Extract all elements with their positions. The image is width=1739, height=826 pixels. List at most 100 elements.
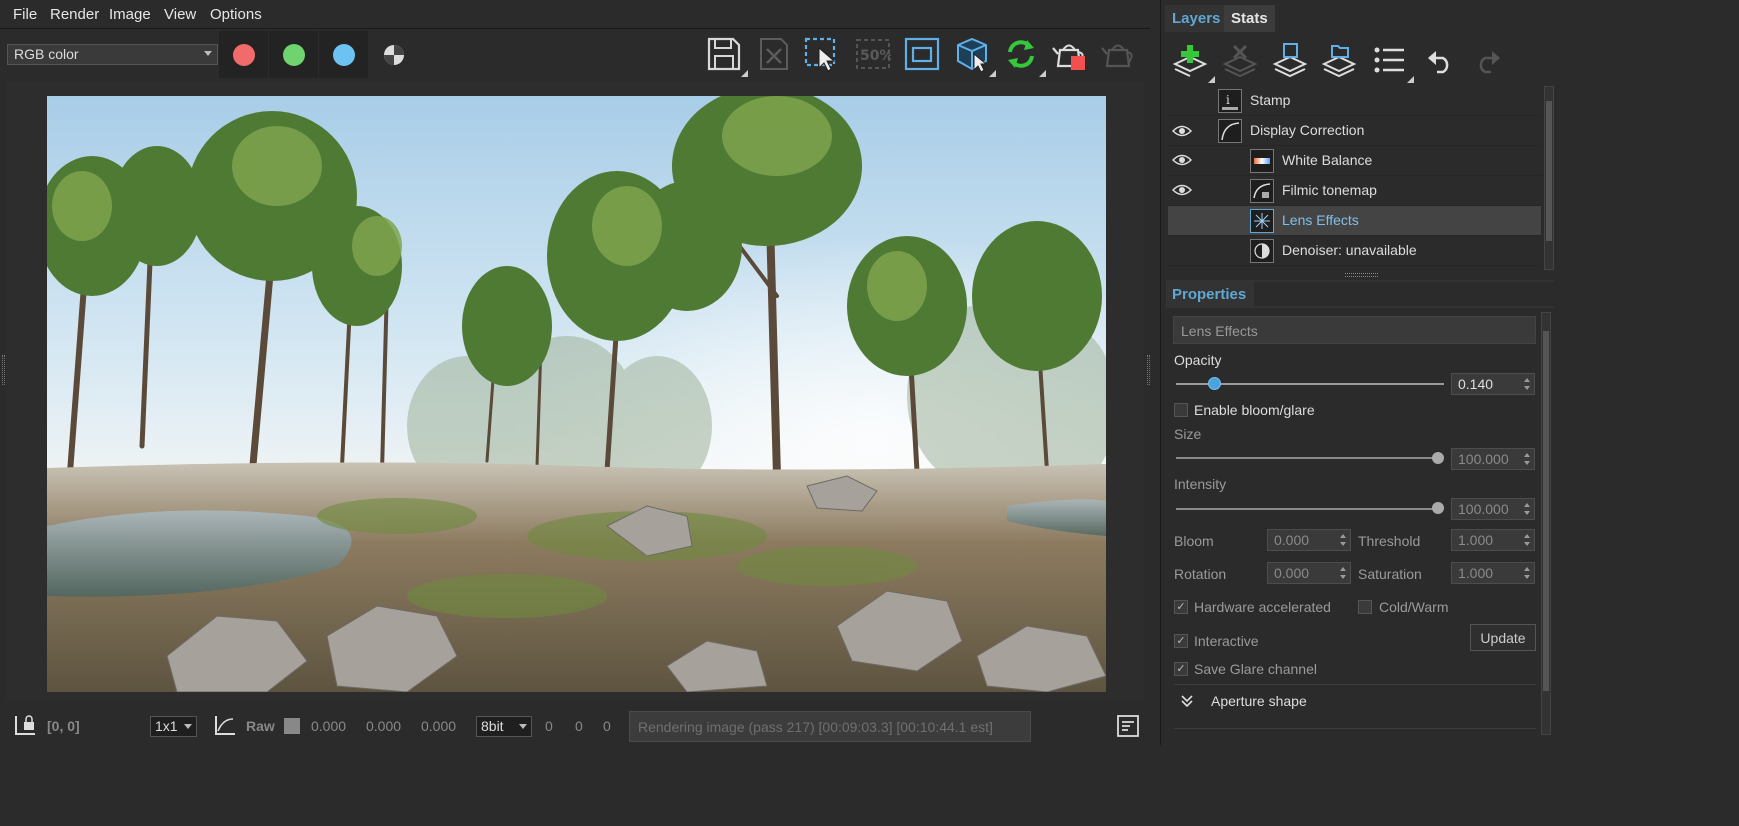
hw-accel-checkbox[interactable]: ✓: [1174, 600, 1188, 614]
layer-row-denoiser[interactable]: Denoiser: unavailable: [1168, 236, 1541, 266]
frame-icon[interactable]: [904, 36, 940, 72]
menu-bar: File Render Image View Options: [0, 0, 1150, 29]
saturation-spinbox[interactable]: 1.000: [1451, 562, 1535, 584]
menu-view[interactable]: View: [164, 6, 196, 23]
save-layers-icon[interactable]: [1272, 42, 1308, 78]
spin-up-icon[interactable]: [1524, 453, 1530, 457]
spin-down-icon[interactable]: [1524, 386, 1530, 390]
expand-chevron-icon[interactable]: [1180, 694, 1194, 708]
save-icon[interactable]: [706, 36, 742, 72]
gradient-icon: [1250, 149, 1274, 173]
layer-row-white-balance[interactable]: White Balance: [1168, 146, 1541, 176]
delete-layer-icon[interactable]: [1222, 42, 1258, 78]
layer-row-display-correction[interactable]: Display Correction: [1168, 116, 1541, 146]
intensity-slider-track[interactable]: [1176, 508, 1438, 510]
lock-coords-icon[interactable]: [13, 714, 37, 736]
size-spinbox[interactable]: 100.000: [1451, 448, 1535, 470]
spin-up-icon[interactable]: [1524, 378, 1530, 382]
undo-icon[interactable]: [1425, 48, 1455, 74]
enable-bloom-checkbox[interactable]: [1174, 403, 1188, 417]
intensity-spinbox[interactable]: 100.000: [1451, 498, 1535, 520]
coords-readout: [0, 0]: [47, 718, 80, 734]
alpha-channel-button[interactable]: [369, 31, 418, 78]
update-button[interactable]: Update: [1470, 624, 1536, 651]
properties-title: Properties: [1172, 286, 1247, 303]
layer-list-icon[interactable]: [1372, 44, 1408, 76]
threshold-spinbox[interactable]: 1.000: [1451, 529, 1535, 551]
zoom-label: 50%: [860, 48, 891, 64]
green-channel-button[interactable]: [269, 31, 318, 78]
spin-up-icon[interactable]: [1524, 567, 1530, 571]
load-layers-icon[interactable]: [1321, 42, 1357, 78]
spin-up-icon[interactable]: [1524, 534, 1530, 538]
spin-down-icon[interactable]: [1340, 542, 1346, 546]
teapot-stop-icon[interactable]: [1052, 36, 1088, 72]
spin-up-icon[interactable]: [1524, 503, 1530, 507]
size-slider-knob[interactable]: [1432, 452, 1444, 464]
add-layer-icon[interactable]: [1172, 42, 1208, 78]
render-progress-text: Rendering image (pass 217) [00:09:03.3] …: [638, 719, 993, 735]
bloom-spinbox[interactable]: 0.000: [1267, 529, 1351, 551]
layer-row-filmic-tonemap[interactable]: Filmic tonemap: [1168, 176, 1541, 206]
coldwarm-checkbox[interactable]: [1358, 600, 1372, 614]
eye-icon[interactable]: [1172, 124, 1192, 138]
menu-image[interactable]: Image: [109, 6, 151, 23]
menu-file[interactable]: File: [13, 6, 37, 23]
eye-icon[interactable]: [1172, 183, 1192, 197]
layer-row-lens-effects[interactable]: Lens Effects: [1168, 206, 1541, 236]
interactive-checkbox[interactable]: ✓: [1174, 634, 1188, 648]
dropdown-corner-icon: [741, 70, 748, 77]
tab-stats[interactable]: Stats: [1224, 5, 1275, 32]
menu-render[interactable]: Render: [50, 6, 99, 23]
region-select-icon[interactable]: [803, 36, 839, 72]
scale-select[interactable]: 1x1: [150, 716, 197, 737]
opacity-slider-knob[interactable]: [1208, 377, 1221, 390]
properties-scroll-thumb[interactable]: [1543, 331, 1549, 691]
teapot-icon[interactable]: [1101, 36, 1137, 72]
layers-scrollbar[interactable]: [1544, 86, 1554, 270]
pixel-value-r: 0: [545, 718, 553, 734]
spin-down-icon[interactable]: [1524, 542, 1530, 546]
channel-select[interactable]: RGB color: [7, 44, 218, 65]
spin-down-icon[interactable]: [1524, 511, 1530, 515]
layer-name-field[interactable]: Lens Effects: [1173, 316, 1536, 344]
rotation-spinbox[interactable]: 0.000: [1267, 562, 1351, 584]
size-slider-track[interactable]: [1176, 457, 1438, 459]
red-channel-button[interactable]: [219, 31, 268, 78]
render-progress: Rendering image (pass 217) [00:09:03.3] …: [629, 711, 1031, 742]
refresh-icon[interactable]: [1003, 36, 1039, 72]
left-splitter-handle[interactable]: [2, 355, 5, 385]
bit-depth-select[interactable]: 8bit: [476, 716, 532, 737]
curve-axis-icon[interactable]: [213, 714, 237, 736]
layers-splitter-handle[interactable]: [1345, 273, 1378, 277]
layer-row-stamp[interactable]: i Stamp: [1168, 86, 1541, 116]
spin-up-icon[interactable]: [1340, 534, 1346, 538]
spin-up-icon[interactable]: [1340, 567, 1346, 571]
spin-down-icon[interactable]: [1524, 461, 1530, 465]
layers-scroll-thumb[interactable]: [1546, 101, 1552, 241]
redo-icon[interactable]: [1473, 48, 1503, 74]
zoom-50-icon[interactable]: 50%: [855, 36, 891, 72]
eye-icon[interactable]: [1172, 153, 1192, 167]
blue-channel-button[interactable]: [319, 31, 368, 78]
tab-layers[interactable]: Layers: [1165, 5, 1228, 32]
denoiser-icon: [1250, 239, 1274, 263]
intensity-slider-knob[interactable]: [1432, 502, 1444, 514]
spin-down-icon[interactable]: [1340, 575, 1346, 579]
bloom-value: 0.000: [1274, 532, 1310, 548]
menu-options[interactable]: Options: [210, 6, 262, 23]
log-panel-icon[interactable]: [1117, 715, 1139, 737]
bloom-label: Bloom: [1174, 533, 1214, 549]
dropdown-corner-icon: [1039, 70, 1046, 77]
threshold-label: Threshold: [1358, 533, 1421, 549]
properties-scrollbar[interactable]: [1541, 312, 1551, 735]
panel-splitter-handle[interactable]: [1147, 355, 1150, 385]
threshold-value: 1.000: [1458, 532, 1494, 548]
spin-down-icon[interactable]: [1524, 575, 1530, 579]
discard-icon[interactable]: [756, 36, 792, 72]
opacity-spinbox[interactable]: 0.140: [1451, 373, 1535, 395]
save-glare-checkbox[interactable]: ✓: [1174, 662, 1188, 676]
aperture-shape-section[interactable]: Aperture shape: [1211, 693, 1307, 709]
pick-material-icon[interactable]: [954, 36, 990, 72]
saturation-value: 1.000: [1458, 565, 1494, 581]
